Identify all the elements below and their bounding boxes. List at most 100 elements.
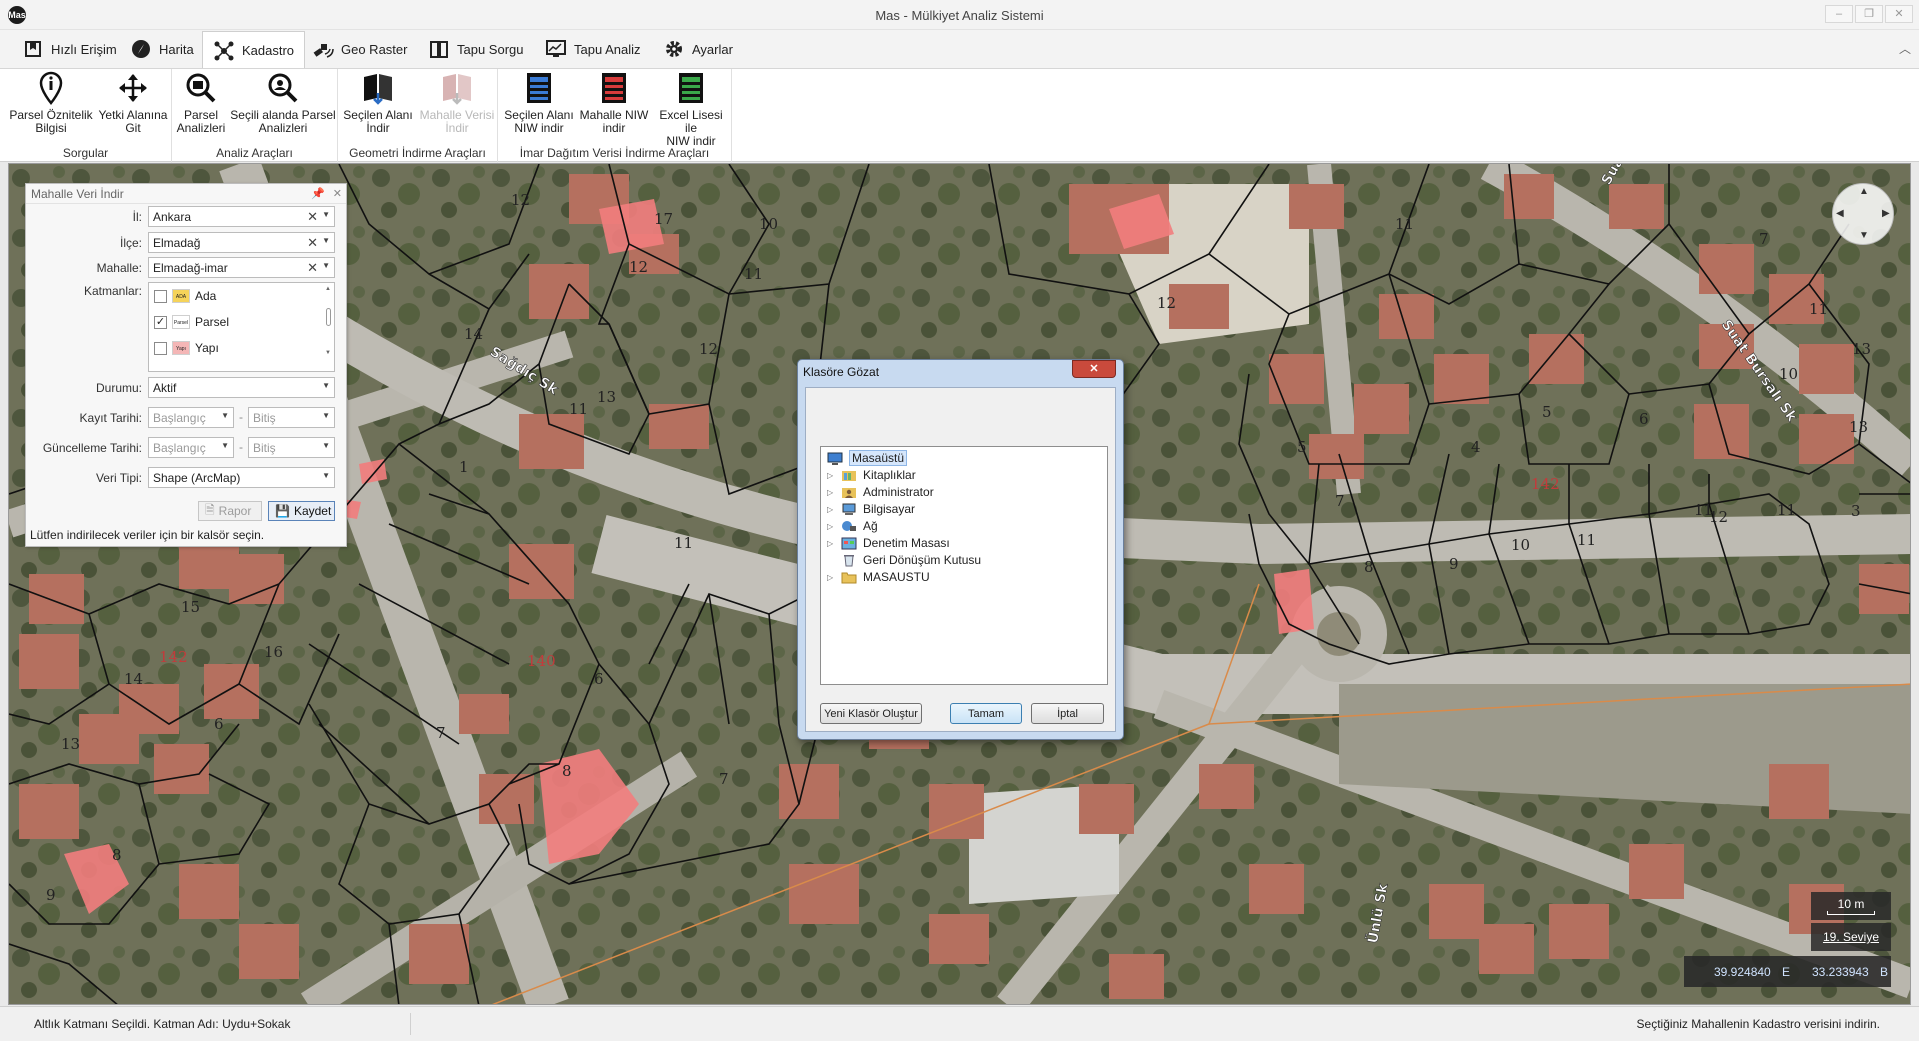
pan-left-icon[interactable]: ◀ [1836,208,1844,219]
tree-node-administrator[interactable]: ▷ Administrator [827,483,934,501]
expand-arrow-icon[interactable]: ▷ [827,573,835,582]
chevron-down-icon[interactable]: ▼ [221,411,229,420]
new-folder-button[interactable]: Yeni Klasör Oluştur [820,703,922,724]
parcel-number: 7 [436,724,446,742]
il-select[interactable]: Ankara ✕ ▼ [148,206,335,227]
window-controls: – ❐ ✕ [1825,5,1913,23]
clear-icon[interactable]: ✕ [307,209,318,225]
veri-tipi-select[interactable]: Shape (ArcMap) ▼ [148,467,335,488]
zoom-level[interactable]: 19. Seviye [1811,923,1891,951]
status-right-text: Seçtiğiniz Mahallenin Kadastro verisini … [1636,1017,1880,1031]
tab-geo-raster[interactable]: Geo Raster [302,30,417,68]
parcel-number: 7 [1759,230,1769,248]
pin-icon[interactable]: 📌 [311,187,325,200]
mahalle-niw-indir-button[interactable]: Mahalle NIW indir [576,71,652,135]
secilen-alani-niw-indir-button[interactable]: Seçilen Alanı NIW indir [504,71,574,135]
button-label: Git [125,121,141,135]
tab-ayarlar[interactable]: Ayarlar [653,30,743,68]
expand-arrow-icon[interactable]: ▷ [827,471,835,480]
parcel-number: 11 [569,400,588,418]
layer-scrollbar[interactable]: ▲ ▼ [324,286,332,368]
chevron-down-icon[interactable]: ▼ [322,210,330,219]
checkbox-checked[interactable]: ✓ [154,315,167,329]
mahalle-select[interactable]: Elmadağ-imar ✕ ▼ [148,257,335,278]
durumu-select[interactable]: Aktif ▼ [148,377,335,398]
tree-node-denetim-masasi[interactable]: ▷ Denetim Masası [827,534,950,552]
guncelleme-start-date[interactable]: Başlangıç ▼ [148,437,234,458]
tab-label: Kadastro [242,43,295,58]
folder-tree[interactable]: Masaüstü ▷ Kitaplıklar ▷ Administrator ▷… [820,446,1108,685]
collapse-ribbon-icon[interactable]: ︿ [1899,40,1911,57]
tree-node-masaustu-folder[interactable]: ▷ MASAUSTU [827,568,930,586]
tab-harita[interactable]: Harita [120,30,204,68]
chevron-down-icon[interactable]: ▼ [221,441,229,450]
scale-bar [1827,911,1875,915]
parcel-number: 13 [597,388,616,406]
ilce-select[interactable]: Elmadağ ✕ ▼ [148,232,335,253]
tree-node-kitapliklar[interactable]: ▷ Kitaplıklar [827,466,916,484]
expand-arrow-icon[interactable]: ▷ [827,522,835,531]
mahalle-verisi-indir-button[interactable]: Mahalle Verisi İndir [418,71,496,135]
parsel-analizleri-button[interactable]: Parsel Analizleri [176,71,226,135]
pan-right-icon[interactable]: ▶ [1882,208,1890,219]
button-label: Rapor [218,504,252,518]
parcel-number: 13 [61,735,80,753]
rapor-button[interactable]: 🗎 Rapor [198,501,262,521]
chevron-down-icon[interactable]: ▼ [322,381,330,390]
tab-tapu-sorgu[interactable]: Tapu Sorgu [418,30,534,68]
tree-node-bilgisayar[interactable]: ▷ Bilgisayar [827,500,915,518]
layer-item-parsel[interactable]: ✓ Parsel Parsel [154,312,229,332]
minimize-button[interactable]: – [1825,5,1853,23]
guncelleme-end-date[interactable]: Bitiş ▼ [248,437,335,458]
close-button[interactable]: ✕ [1885,5,1913,23]
checkbox[interactable] [154,289,167,303]
parsel-oznitelik-button[interactable]: Parsel Öznitelik Bilgisi [8,71,94,135]
expand-arrow-icon[interactable]: ▷ [827,488,835,497]
ok-button[interactable]: Tamam [950,703,1022,724]
restore-button[interactable]: ❐ [1855,5,1883,23]
secili-alanda-parsel-analizleri-button[interactable]: Seçili alanda Parsel Analizleri [230,71,336,135]
close-icon[interactable]: ✕ [333,187,342,200]
parcel-number: 1 [459,458,469,476]
panel-status-text: Lütfen indirilecek veriler için bir kals… [30,528,265,542]
tree-node-geri-donusum-kutusu[interactable]: Geri Dönüşüm Kutusu [841,551,981,569]
excel-lisesi-niw-indir-button[interactable]: Excel Lisesi ile NIW indir [652,71,730,148]
dialog-close-button[interactable]: ✕ [1072,360,1116,378]
layer-list[interactable]: ADA Ada ✓ Parsel Parsel Yapı Yapı ▲ ▼ [148,282,335,372]
layer-item-yapi[interactable]: Yapı Yapı [154,338,219,358]
tab-tapu-analiz[interactable]: Tapu Analiz [535,30,651,68]
latitude-value: 39.924840 [1714,965,1771,979]
chevron-down-icon[interactable]: ▼ [322,411,330,420]
mahalle-label: Mahalle: [96,261,142,275]
clear-icon[interactable]: ✕ [307,235,318,251]
secilen-alani-indir-button[interactable]: Seçilen Alanı İndir [342,71,414,135]
expand-arrow-icon[interactable]: ▷ [827,505,835,514]
tree-node-ag[interactable]: ▷ Ağ [827,517,878,535]
pan-down-icon[interactable]: ▼ [1859,230,1869,241]
chevron-down-icon[interactable]: ▼ [322,236,330,245]
yetki-alanina-git-button[interactable]: Yetki Alanına Git [95,71,171,135]
chevron-down-icon[interactable]: ▼ [322,471,330,480]
kaydet-button[interactable]: 💾 Kaydet [268,501,335,521]
tab-label: Geo Raster [341,41,408,57]
clear-icon[interactable]: ✕ [307,260,318,276]
layer-item-ada[interactable]: ADA Ada [154,286,216,306]
map-pan-control[interactable]: ▲ ▼ ◀ ▶ [1832,183,1894,245]
chevron-down-icon[interactable]: ▼ [322,261,330,270]
checkbox[interactable] [154,341,167,355]
chevron-down-icon[interactable]: ▼ [322,441,330,450]
tree-node-label: Kitaplıklar [863,468,916,482]
pan-up-icon[interactable]: ▲ [1859,186,1869,197]
expand-arrow-icon[interactable]: ▷ [827,539,835,548]
kayit-start-date[interactable]: Başlangıç ▼ [148,407,234,428]
il-label: İl: [132,210,142,224]
parcel-number: 13 [1849,418,1868,436]
cancel-button[interactable]: İptal [1031,703,1104,724]
niw-red-icon [602,73,626,103]
tab-hizli-erisim[interactable]: Hızlı Erişim [12,30,127,68]
tab-kadastro[interactable]: Kadastro [202,31,306,69]
tree-node-masaustu[interactable]: Masaüstü [827,449,908,467]
tree-node-label: Denetim Masası [863,536,950,550]
recycle-bin-icon [844,554,854,566]
kayit-end-date[interactable]: Bitiş ▼ [248,407,335,428]
